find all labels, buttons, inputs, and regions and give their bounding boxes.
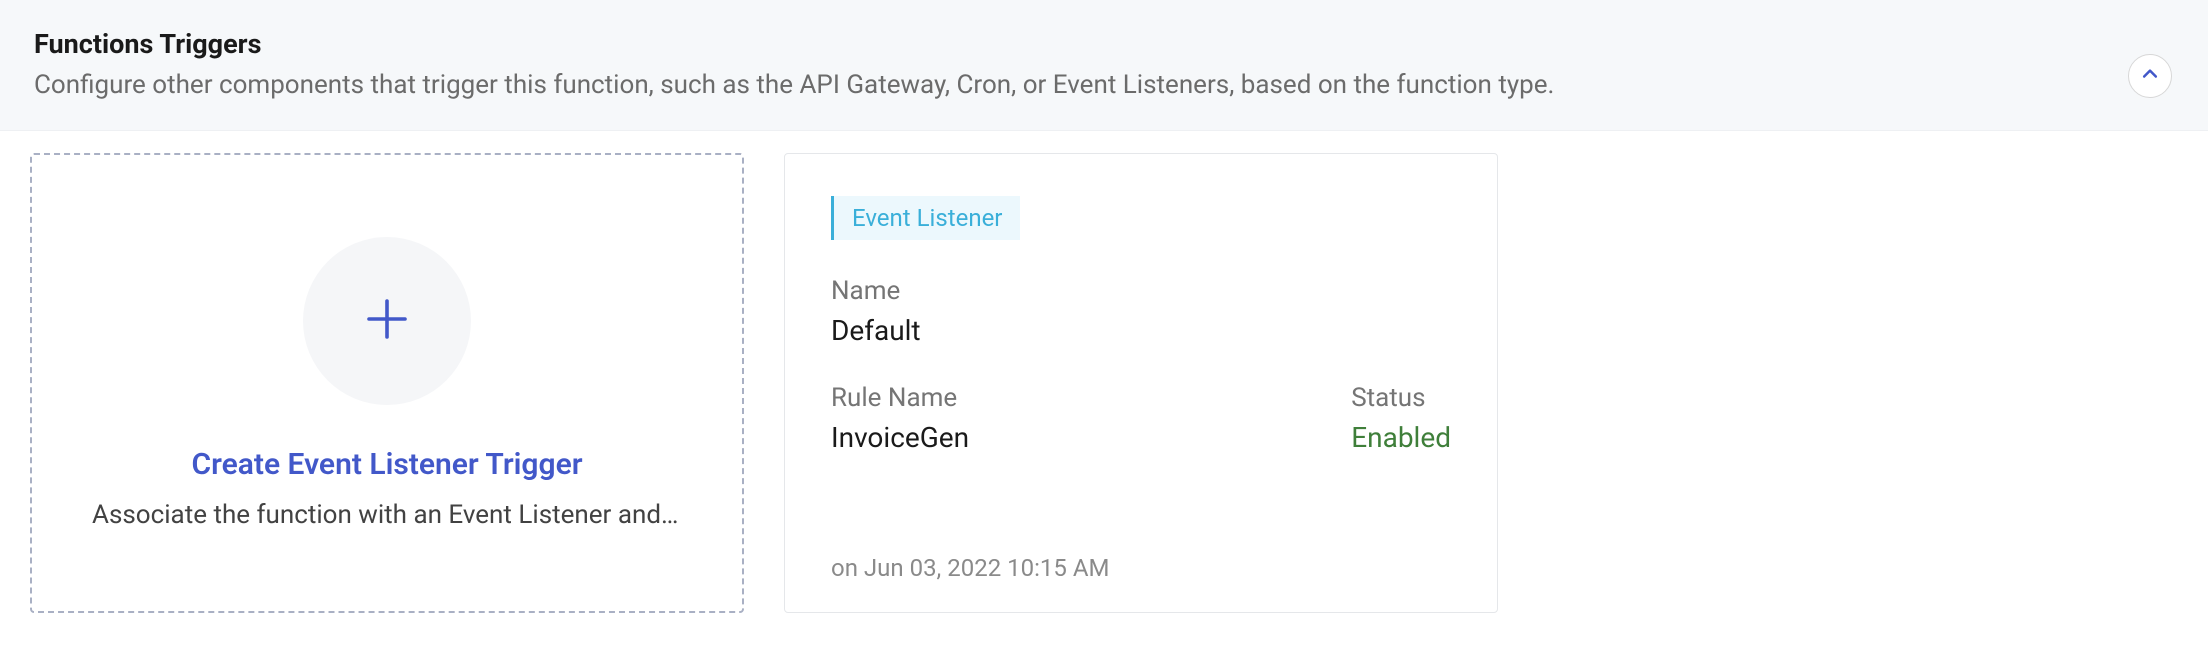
name-value: Default	[831, 314, 1451, 347]
chevron-up-icon	[2140, 64, 2160, 88]
name-label: Name	[831, 276, 1451, 306]
trigger-type-badge: Event Listener	[831, 196, 1020, 240]
status-label: Status	[1351, 383, 1451, 413]
header-section: Functions Triggers Configure other compo…	[0, 0, 2208, 131]
create-trigger-card[interactable]: Create Event Listener Trigger Associate …	[30, 153, 744, 613]
rule-label: Rule Name	[831, 383, 969, 413]
plus-icon-circle	[303, 237, 471, 405]
rule-value: InvoiceGen	[831, 421, 969, 454]
status-field: Status Enabled	[1351, 383, 1451, 454]
create-card-description: Associate the function with an Event Lis…	[62, 500, 712, 530]
page-subtitle: Configure other components that trigger …	[34, 70, 2174, 100]
trigger-card[interactable]: Event Listener Name Default Rule Name In…	[784, 153, 1498, 613]
plus-icon	[363, 295, 411, 347]
rule-field: Rule Name InvoiceGen	[831, 383, 969, 454]
name-field: Name Default	[831, 276, 1451, 347]
cards-container: Create Event Listener Trigger Associate …	[0, 131, 2208, 635]
rule-status-row: Rule Name InvoiceGen Status Enabled	[831, 383, 1451, 454]
create-card-title: Create Event Listener Trigger	[191, 447, 582, 482]
status-value: Enabled	[1351, 421, 1451, 454]
timestamp: on Jun 03, 2022 10:15 AM	[831, 554, 1451, 582]
collapse-button[interactable]	[2128, 54, 2172, 98]
page-title: Functions Triggers	[34, 28, 2174, 60]
